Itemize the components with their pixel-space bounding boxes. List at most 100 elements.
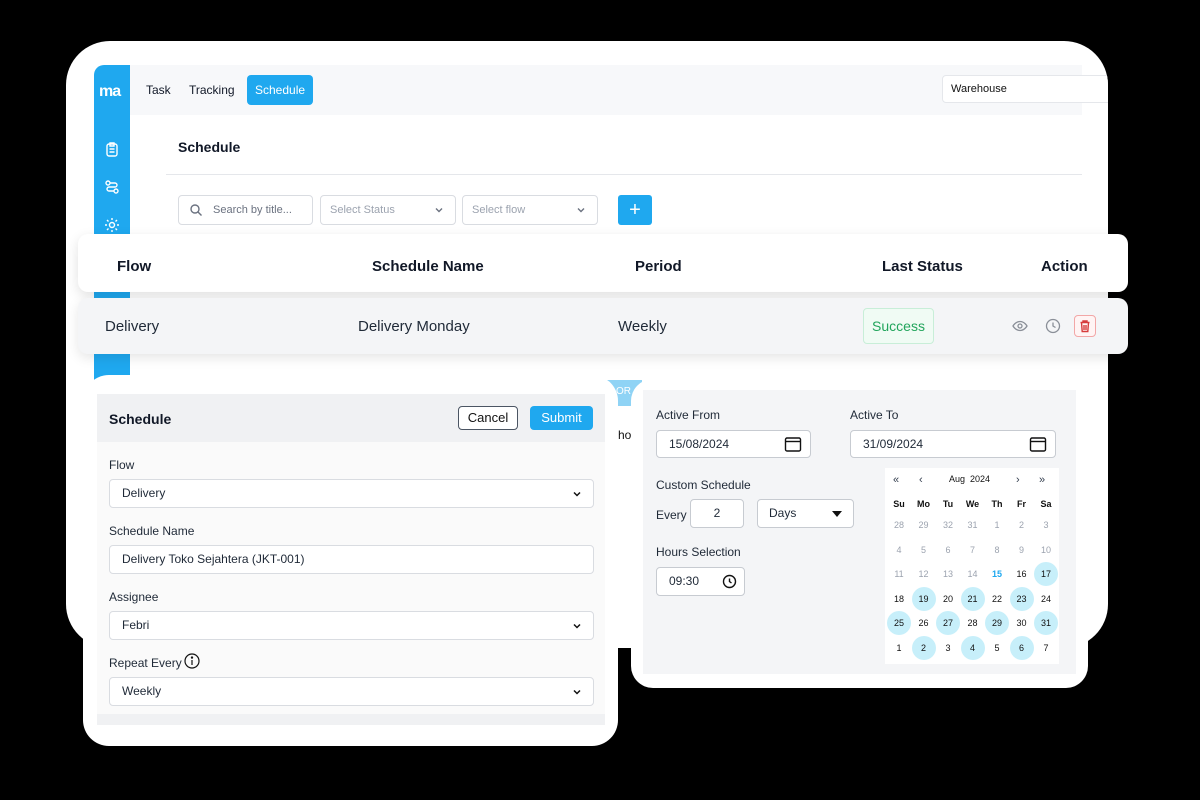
calendar-day[interactable]: 7 <box>1034 636 1058 660</box>
divider <box>166 174 1082 175</box>
cell-schedule-name: Delivery Monday <box>358 318 470 335</box>
calendar-day[interactable]: 30 <box>1010 611 1034 635</box>
route-icon[interactable] <box>104 179 120 195</box>
calendar-day[interactable]: 31 <box>961 513 985 537</box>
background-text-fragment: ho <box>618 428 632 442</box>
submit-button[interactable]: Submit <box>530 406 593 430</box>
calendar-day[interactable]: 15 <box>985 562 1009 586</box>
calendar-day[interactable]: 31 <box>1034 611 1058 635</box>
calendar-day[interactable]: 32 <box>936 513 960 537</box>
eye-icon[interactable] <box>1011 317 1029 335</box>
flow-select[interactable]: Delivery <box>109 479 594 508</box>
clock-icon[interactable] <box>1044 317 1062 335</box>
column-header-flow: Flow <box>117 258 152 275</box>
calendar-day[interactable]: 17 <box>1034 562 1058 586</box>
calendar-day[interactable]: 3 <box>1034 513 1058 537</box>
calendar-day[interactable]: 24 <box>1034 587 1058 611</box>
prev-month-icon[interactable]: ‹ <box>919 474 923 486</box>
calendar-day[interactable]: 4 <box>960 635 985 660</box>
calendar-day[interactable]: 5 <box>985 636 1009 660</box>
cancel-button[interactable]: Cancel <box>458 406 518 430</box>
calendar-day[interactable]: 9 <box>1010 538 1034 562</box>
calendar-day[interactable]: 23 <box>1009 586 1034 611</box>
top-bar: Task Tracking Schedule Warehouse <box>130 65 1108 115</box>
calendar-month[interactable]: Aug <box>949 474 965 484</box>
calendar-day[interactable]: 21 <box>960 586 985 611</box>
calendar-day[interactable]: 1 <box>985 513 1009 537</box>
table-row[interactable]: Delivery Delivery Monday Weekly Success <box>78 298 1128 354</box>
time-value: 09:30 <box>669 574 700 588</box>
search-input[interactable]: Search by title... <box>178 195 313 225</box>
clipboard-icon[interactable] <box>104 141 120 157</box>
weekday-label: Su <box>893 499 905 509</box>
schedule-name-value: Delivery Toko Sejahtera (JKT-001) <box>122 552 305 566</box>
tab-schedule[interactable]: Schedule <box>247 75 314 105</box>
date-picker-calendar: « ‹ Aug 2024 › » Su Mo Tu We Th Fr Sa 28 29 32 31… <box>885 468 1059 664</box>
column-header-last-status: Last Status <box>882 258 963 275</box>
calendar-title[interactable]: Aug 2024 <box>949 474 990 484</box>
assignee-value: Febri <box>122 618 150 632</box>
calendar-icon[interactable] <box>784 436 802 452</box>
calendar-day[interactable]: 22 <box>985 587 1009 611</box>
status-filter-select[interactable]: Select Status <box>320 195 456 225</box>
next-year-icon[interactable]: » <box>1039 474 1045 486</box>
active-to-input[interactable]: 31/09/2024 <box>850 430 1056 458</box>
search-placeholder: Search by title... <box>213 204 292 216</box>
calendar-day[interactable]: 8 <box>985 538 1009 562</box>
calendar-day[interactable]: 28 <box>887 513 911 537</box>
calendar-day[interactable]: 1 <box>887 636 911 660</box>
calendar-day[interactable]: 29 <box>985 611 1009 635</box>
active-from-label: Active From <box>656 408 721 422</box>
page-title: Schedule <box>178 139 241 155</box>
calendar-day[interactable]: 28 <box>961 611 985 635</box>
warehouse-select[interactable]: Warehouse <box>942 75 1108 103</box>
schedule-name-input[interactable]: Delivery Toko Sejahtera (JKT-001) <box>109 545 594 574</box>
interval-unit-select[interactable]: Days <box>757 499 854 528</box>
calendar-day[interactable]: 14 <box>961 562 985 586</box>
time-input[interactable]: 09:30 <box>656 567 745 596</box>
calendar-day[interactable]: 7 <box>961 538 985 562</box>
every-number-input[interactable]: 2 <box>690 499 744 528</box>
calendar-day[interactable]: 3 <box>936 636 960 660</box>
calendar-day[interactable]: 19 <box>911 586 936 611</box>
assignee-select[interactable]: Febri <box>109 611 594 640</box>
active-to-value: 31/09/2024 <box>863 437 924 451</box>
calendar-day[interactable]: 10 <box>1034 538 1058 562</box>
calendar-day[interactable]: 26 <box>912 611 936 635</box>
repeat-every-select[interactable]: Weekly <box>109 677 594 706</box>
calendar-day[interactable]: 18 <box>887 587 911 611</box>
calendar-day[interactable]: 4 <box>887 538 911 562</box>
calendar-day[interactable]: 13 <box>936 562 960 586</box>
calendar-icon[interactable] <box>1029 436 1047 452</box>
every-label: Every <box>656 508 687 522</box>
app-logo[interactable]: ma <box>99 83 121 101</box>
calendar-day[interactable]: 11 <box>887 562 911 586</box>
weekday-label: Mo <box>917 499 930 509</box>
flow-label: Flow <box>109 458 135 472</box>
info-icon[interactable] <box>184 653 200 669</box>
search-icon <box>190 204 202 216</box>
calendar-year[interactable]: 2024 <box>970 474 990 484</box>
flow-filter-select[interactable]: Select flow <box>462 195 598 225</box>
delete-button[interactable] <box>1074 315 1096 337</box>
next-month-icon[interactable]: › <box>1016 474 1020 486</box>
calendar-day[interactable]: 2 <box>911 635 936 660</box>
calendar-day[interactable]: 16 <box>1010 562 1034 586</box>
add-schedule-button[interactable]: + <box>618 195 652 225</box>
calendar-day[interactable]: 20 <box>936 587 960 611</box>
weekday-label: Th <box>991 499 1003 509</box>
tab-task[interactable]: Task <box>138 75 179 105</box>
clock-icon[interactable] <box>722 574 737 589</box>
tab-tracking[interactable]: Tracking <box>181 75 243 105</box>
settings-icon[interactable] <box>104 217 120 233</box>
active-from-input[interactable]: 15/08/2024 <box>656 430 811 458</box>
calendar-day[interactable]: 2 <box>1010 513 1034 537</box>
calendar-day[interactable]: 5 <box>912 538 936 562</box>
calendar-day[interactable]: 29 <box>912 513 936 537</box>
prev-year-icon[interactable]: « <box>893 474 899 486</box>
calendar-day[interactable]: 25 <box>887 611 911 635</box>
calendar-day[interactable]: 6 <box>1009 635 1034 660</box>
calendar-day[interactable]: 27 <box>936 611 960 635</box>
calendar-day[interactable]: 6 <box>936 538 960 562</box>
calendar-day[interactable]: 12 <box>912 562 936 586</box>
